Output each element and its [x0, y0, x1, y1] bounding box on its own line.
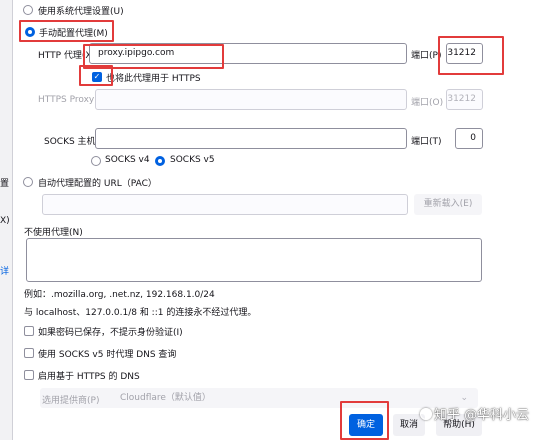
system-proxy-radio[interactable]: [23, 5, 33, 15]
highlight-box: [438, 36, 504, 75]
background-link[interactable]: 详: [0, 264, 9, 277]
also-https-label[interactable]: 也将此代理用于 HTTPS: [106, 71, 201, 84]
no-proxy-label: 不使用代理(N): [24, 228, 83, 238]
provider-value: Cloudflare（默认值）: [120, 393, 211, 403]
socks-host-label: SOCKS 主机: [44, 137, 96, 147]
pac-label[interactable]: 自动代理配置的 URL（PAC）: [38, 176, 157, 189]
no-auth-prompt-label[interactable]: 如果密码已保存，不提示身份验证(I): [38, 325, 183, 338]
reload-button: 重新载入(E): [414, 194, 482, 215]
socks-v4-label[interactable]: SOCKS v4: [105, 155, 150, 165]
watermark: 知乎 @华科小云: [420, 404, 529, 423]
https-port-input: 31212: [446, 89, 483, 110]
http-port-label: 端口(P): [411, 51, 442, 61]
no-proxy-note: 与 localhost、127.0.0.1/8 和 ::1 的连接永不经过代理。: [24, 308, 257, 318]
no-auth-prompt-checkbox[interactable]: [24, 326, 34, 336]
socks-v4-radio[interactable]: [91, 156, 101, 166]
no-proxy-example: 例如：.mozilla.org, .net.nz, 192.168.1.0/24: [24, 290, 215, 300]
pac-url-input: [42, 194, 408, 215]
https-proxy-input: [95, 89, 407, 110]
background-window-strip: 置 X) 详: [0, 0, 12, 440]
pac-radio[interactable]: [23, 177, 33, 187]
watermark-text: 知乎 @华科小云: [434, 408, 530, 423]
socks-dns-checkbox[interactable]: [24, 348, 34, 358]
socks-v5-label[interactable]: SOCKS v5: [170, 155, 215, 165]
provider-select: Cloudflare（默认值） ⌄: [40, 388, 478, 408]
provider-label: 选用提供商(P): [42, 396, 100, 406]
background-text: X): [0, 216, 10, 226]
https-proxy-label: HTTPS Proxy: [38, 95, 95, 105]
socks-port-input[interactable]: 0: [455, 128, 483, 149]
background-text: 置: [0, 179, 10, 189]
doh-label[interactable]: 启用基于 HTTPS 的 DNS: [38, 369, 140, 382]
socks-port-label: 端口(T): [411, 137, 442, 147]
highlight-box: [19, 20, 114, 42]
system-proxy-label[interactable]: 使用系统代理设置(U): [38, 4, 124, 17]
https-port-label: 端口(O): [411, 98, 444, 108]
socks-host-input[interactable]: [95, 128, 407, 149]
doh-checkbox[interactable]: [24, 370, 34, 380]
zhihu-logo-icon: [420, 408, 432, 420]
highlight-box: [79, 65, 113, 86]
no-proxy-textarea[interactable]: [26, 238, 482, 282]
highlight-box: [340, 401, 389, 440]
socks-v5-radio[interactable]: [155, 156, 165, 166]
socks-dns-label[interactable]: 使用 SOCKS v5 时代理 DNS 查询: [38, 347, 176, 360]
